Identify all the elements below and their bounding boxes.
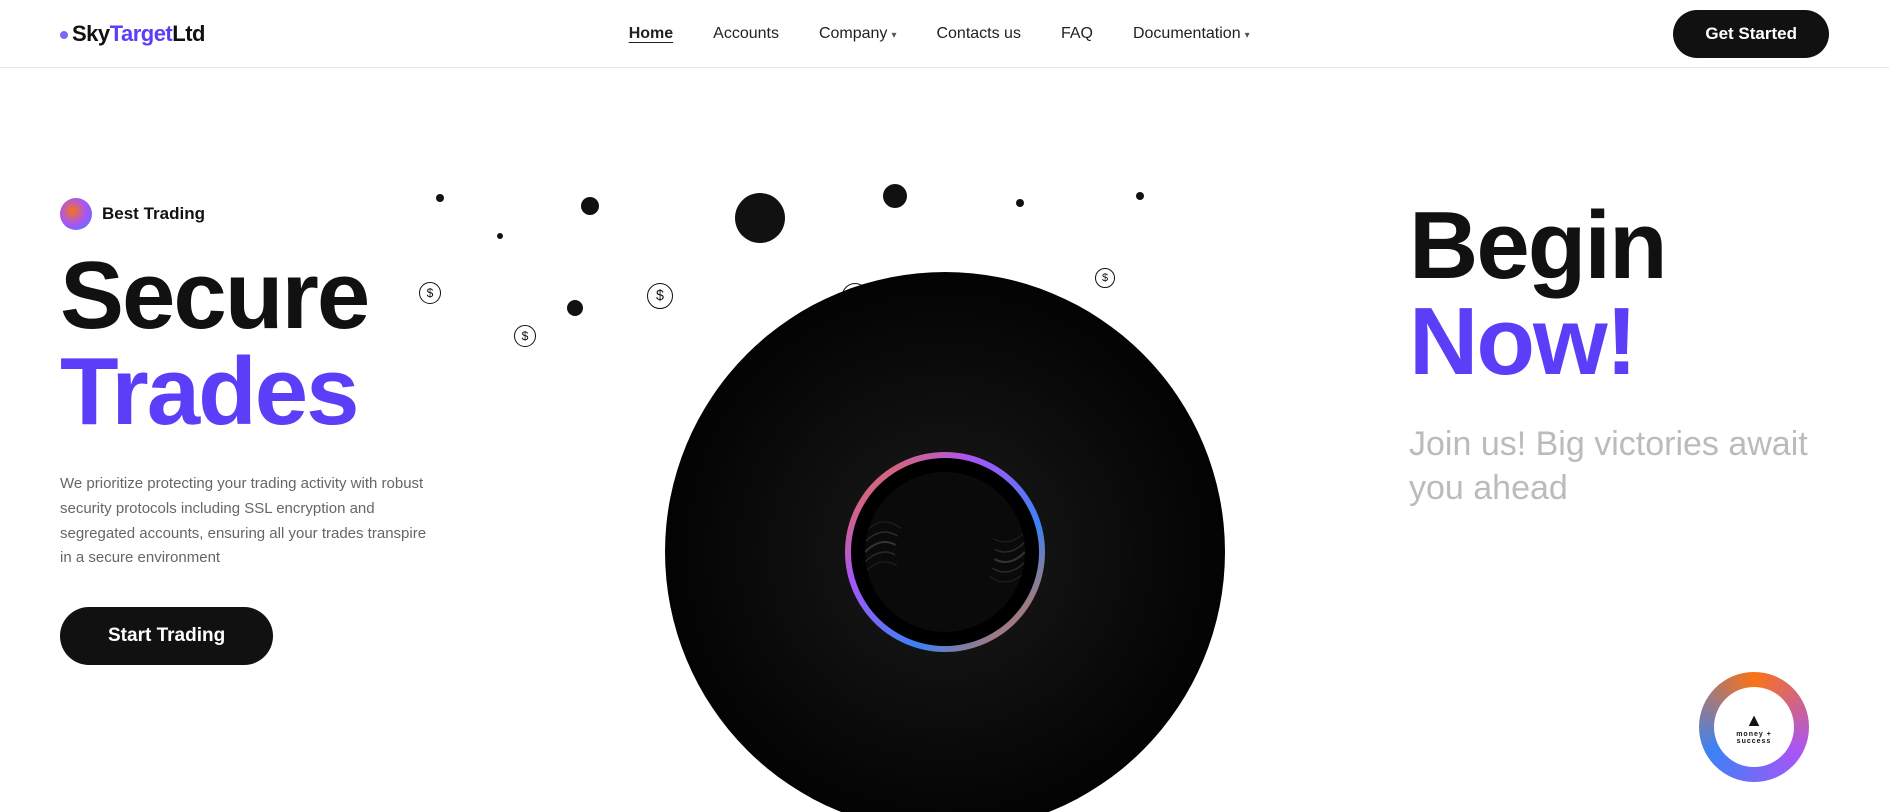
hero-left: Best Trading Secure Trades We prioritize…	[0, 68, 440, 812]
floating-dot	[735, 193, 785, 243]
nav-link-faq[interactable]: FAQ	[1061, 25, 1093, 42]
nav-item-home[interactable]: Home	[629, 25, 673, 43]
nav-item-faq[interactable]: FAQ	[1061, 25, 1093, 43]
success-badge-text: money +success	[1736, 731, 1772, 745]
nav-link-accounts[interactable]: Accounts	[713, 25, 779, 42]
hero-right-subtitle: Join us! Big victories await you ahead	[1409, 422, 1829, 510]
floating-dot	[567, 300, 583, 316]
hero-description: We prioritize protecting your trading ac…	[60, 472, 440, 571]
hero-center-visual	[665, 272, 1225, 812]
success-badge-inner: ▲ money +success	[1714, 687, 1794, 767]
documentation-dropdown-arrow: ▾	[1245, 30, 1250, 41]
vinyl-disc	[665, 272, 1225, 812]
hero-right: Begin Now! Join us! Big victories await …	[1409, 198, 1829, 510]
nav-item-accounts[interactable]: Accounts	[713, 25, 779, 43]
nav-links: Home Accounts Company▾ Contacts us FAQ D…	[629, 25, 1250, 43]
navbar: SkyTargetLtd Home Accounts Company▾ Cont…	[0, 0, 1889, 68]
hero-section: $$$$$$ Best Trading Secure Trades We pri…	[0, 68, 1889, 812]
hero-right-title-line2: Now!	[1409, 294, 1829, 390]
logo-target: Target	[110, 21, 173, 46]
logo[interactable]: SkyTargetLtd	[60, 21, 205, 47]
nav-item-contacts[interactable]: Contacts us	[936, 25, 1020, 43]
badge-text: Best Trading	[102, 204, 205, 224]
start-trading-button[interactable]: Start Trading	[60, 607, 273, 665]
hero-title-line1: Secure	[60, 248, 440, 344]
hero-title-line2: Trades	[60, 344, 440, 440]
floating-dot	[497, 233, 503, 239]
floating-dot	[1016, 199, 1024, 207]
nav-link-documentation[interactable]: Documentation▾	[1133, 25, 1250, 42]
get-started-button[interactable]: Get Started	[1673, 10, 1829, 58]
floating-dot	[581, 197, 599, 215]
nav-link-home[interactable]: Home	[629, 25, 673, 42]
nav-item-documentation[interactable]: Documentation▾	[1133, 25, 1250, 43]
success-badge-arrow-icon: ▲	[1745, 710, 1763, 731]
best-trading-badge: Best Trading	[60, 198, 440, 230]
vinyl-inner	[895, 502, 995, 602]
floating-dot	[1136, 192, 1144, 200]
hero-right-title-line1: Begin	[1409, 198, 1829, 294]
nav-link-company[interactable]: Company▾	[819, 25, 897, 42]
nav-item-company[interactable]: Company▾	[819, 25, 897, 43]
floating-dot	[883, 184, 907, 208]
logo-dot	[60, 31, 68, 39]
logo-sky: Sky	[72, 21, 110, 46]
dollar-circle-icon: $	[514, 325, 536, 347]
logo-ltd: Ltd	[172, 21, 205, 46]
nav-link-contacts[interactable]: Contacts us	[936, 25, 1020, 42]
company-dropdown-arrow: ▾	[891, 30, 896, 41]
success-badge: ▲ money +success	[1699, 672, 1809, 782]
badge-icon	[60, 198, 92, 230]
